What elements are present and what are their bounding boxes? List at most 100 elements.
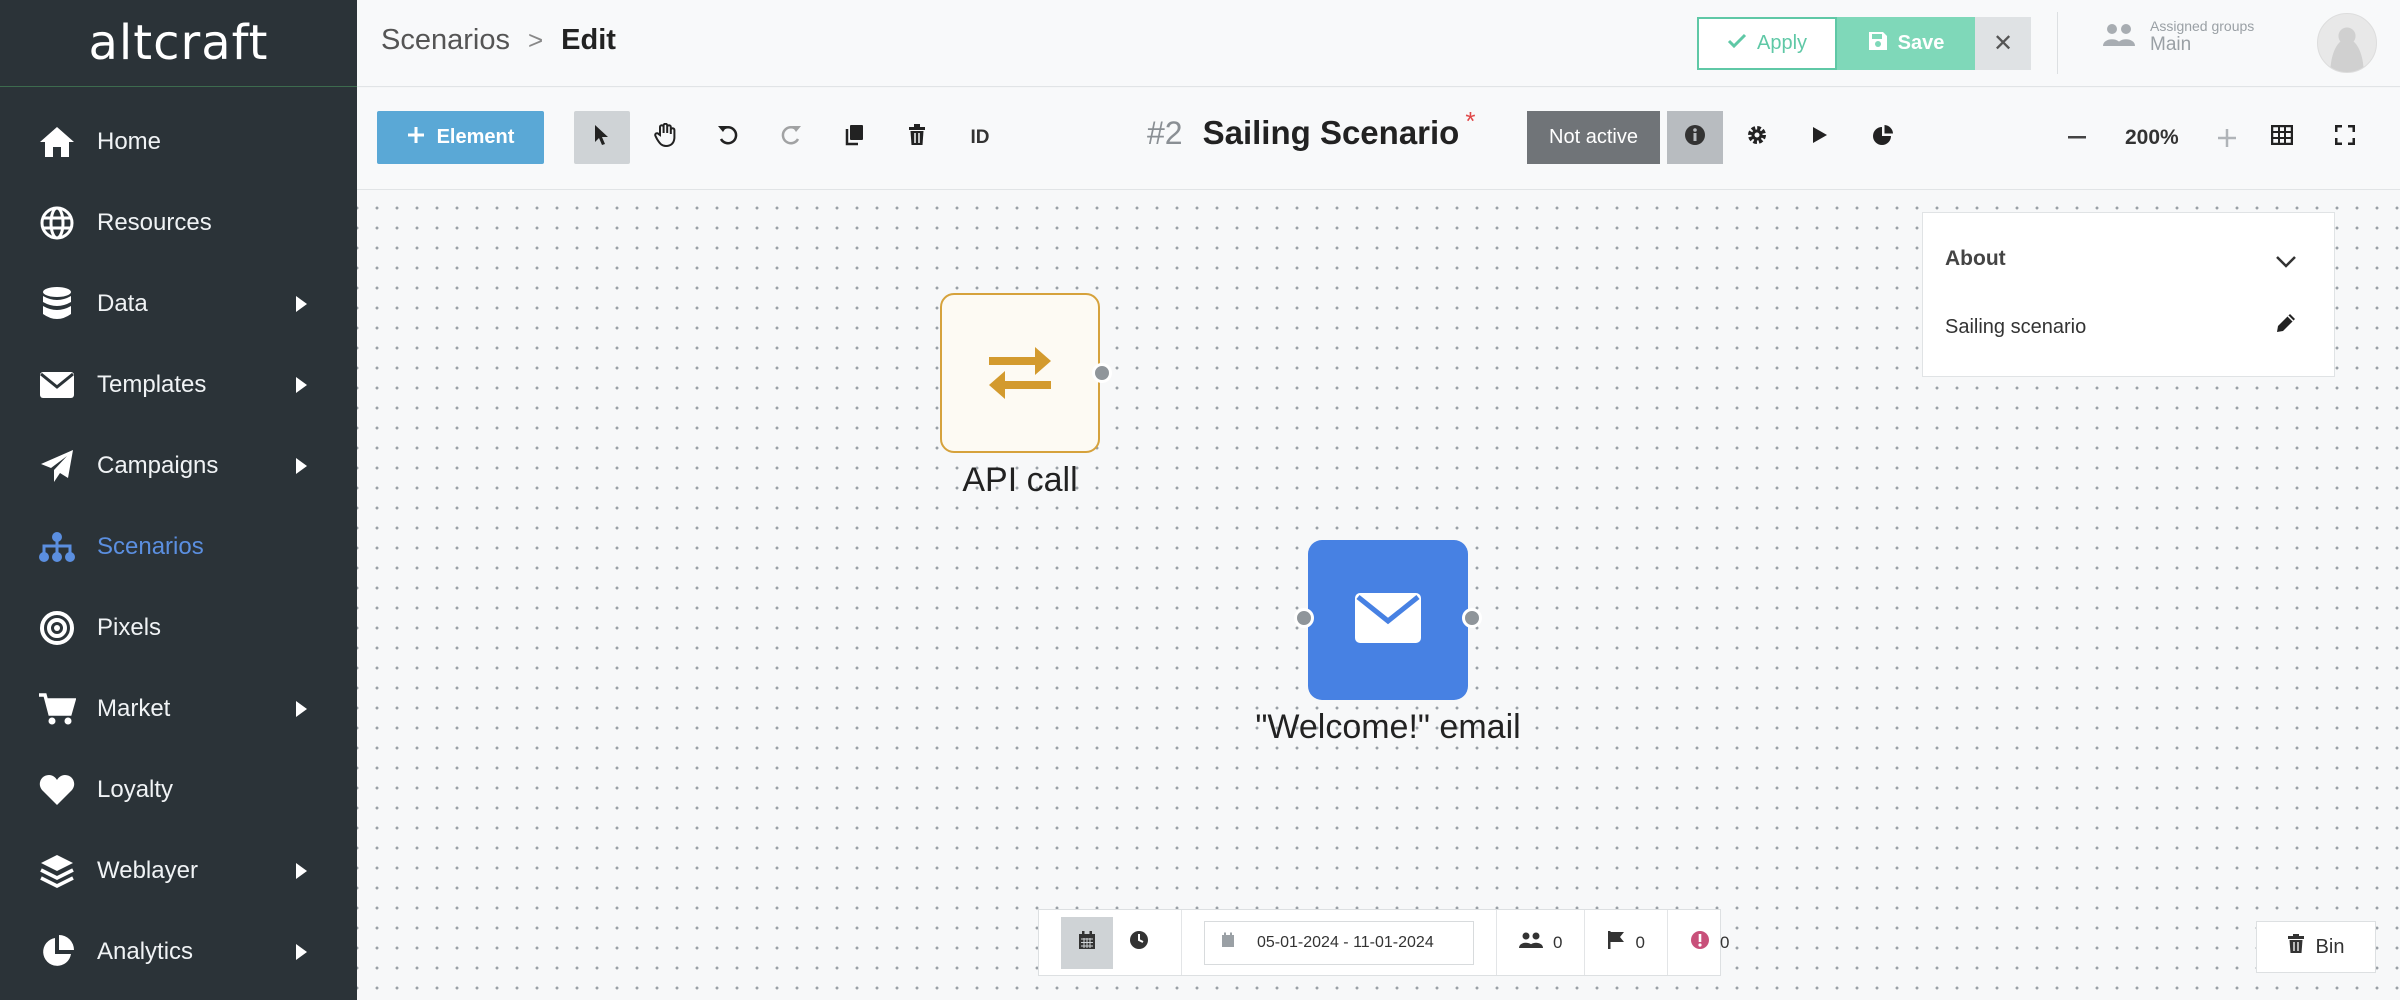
save-button[interactable]: Save <box>1837 17 1975 70</box>
grid-toggle-button[interactable] <box>2254 111 2310 164</box>
sidebar-item-market[interactable]: Market <box>0 674 357 744</box>
date-range-value: 05-01-2024 - 11-01-2024 <box>1257 933 1434 951</box>
breadcrumb: Scenarios > Edit <box>381 24 616 57</box>
add-element-label: Element <box>436 126 515 148</box>
breadcrumb-current: Edit <box>561 24 616 56</box>
settings-button[interactable] <box>1729 111 1785 164</box>
sidebar-item-label: Resources <box>97 209 212 236</box>
apply-button[interactable]: Apply <box>1697 17 1837 70</box>
status-toggle-button[interactable]: Not active <box>1527 111 1660 164</box>
node-input-port[interactable] <box>1294 608 1314 628</box>
zoom-out-button[interactable] <box>2057 111 2097 164</box>
scenario-number: #2 <box>1147 115 1183 151</box>
apply-label: Apply <box>1756 32 1808 54</box>
pie-chart-icon <box>36 931 78 973</box>
divider <box>2057 12 2058 74</box>
chevron-down-icon[interactable] <box>2276 255 2296 273</box>
fullscreen-button[interactable] <box>2317 111 2373 164</box>
time-mode-button[interactable] <box>1113 917 1165 969</box>
breadcrumb-parent[interactable]: Scenarios <box>381 24 510 57</box>
exchange-arrows-icon <box>985 339 1055 408</box>
sidebar-item-label: Analytics <box>97 938 194 965</box>
sidebar-item-resources[interactable]: Resources <box>0 188 357 258</box>
sidebar-item-templates[interactable]: Templates <box>0 350 357 420</box>
close-icon: ✕ <box>1992 30 2014 57</box>
bottom-status-bar: 05-01-2024 - 11-01-2024 0 0 0 <box>1038 909 1729 976</box>
paper-plane-icon <box>36 445 78 487</box>
copy-button[interactable] <box>826 111 882 164</box>
groups-value: Main <box>2150 34 2192 55</box>
sidebar-item-weblayer[interactable]: Weblayer <box>0 836 357 906</box>
layers-icon <box>36 850 78 892</box>
bin-label: Bin <box>2315 935 2345 958</box>
about-title: About <box>1945 247 2006 270</box>
undo-button[interactable] <box>700 111 756 164</box>
node-output-port[interactable] <box>1462 608 1482 628</box>
show-id-button[interactable]: ID <box>952 111 1008 164</box>
add-element-button[interactable]: Element <box>377 111 544 164</box>
table-grid-icon <box>2270 124 2294 151</box>
date-range-segment: 05-01-2024 - 11-01-2024 <box>1182 910 1497 975</box>
sidebar-item-label: Scenarios <box>97 533 204 560</box>
avatar[interactable] <box>2317 13 2377 73</box>
scenario-name[interactable]: Sailing Scenario <box>1203 114 1460 152</box>
sidebar-item-pixels[interactable]: Pixels <box>0 593 357 663</box>
sidebar-item-scenarios[interactable]: Scenarios <box>0 512 357 582</box>
about-description: Sailing scenario <box>1945 316 2087 338</box>
users-icon <box>1519 931 1543 954</box>
errors-count: 0 <box>1719 932 1730 952</box>
expand-arrow-icon <box>296 458 307 474</box>
sidebar-item-data[interactable]: Data <box>0 269 357 339</box>
scenario-title: #2 Sailing Scenario * <box>1147 106 1475 152</box>
sidebar: altcraft Home Resources Data Templates C… <box>0 0 357 1000</box>
sidebar-item-label: Market <box>97 695 171 722</box>
sidebar-item-campaigns[interactable]: Campaigns <box>0 431 357 501</box>
pie-chart-icon <box>1872 124 1894 152</box>
error-circle-icon <box>1690 930 1710 955</box>
info-button[interactable] <box>1667 111 1723 164</box>
run-test-button[interactable] <box>1792 111 1848 164</box>
plus-icon <box>407 126 425 150</box>
envelope-icon <box>36 364 78 406</box>
expand-arrow-icon <box>296 863 307 879</box>
users-counter[interactable]: 0 <box>1497 910 1586 975</box>
users-icon <box>2102 22 2136 53</box>
top-header: Scenarios > Edit Apply Save ✕ Assigned g… <box>357 0 2400 87</box>
date-range-input[interactable]: 05-01-2024 - 11-01-2024 <box>1204 920 1474 965</box>
flags-counter[interactable]: 0 <box>1585 910 1668 975</box>
node-welcome-email[interactable] <box>1294 540 1482 700</box>
close-button[interactable]: ✕ <box>1975 17 2031 70</box>
sidebar-item-loyalty[interactable]: Loyalty <box>0 755 357 825</box>
sidebar-item-home[interactable]: Home <box>0 107 357 177</box>
flags-count: 0 <box>1635 932 1645 952</box>
pencil-icon[interactable] <box>2276 313 2296 338</box>
calendar-mode-button[interactable] <box>1061 916 1113 969</box>
zoom-in-button[interactable] <box>2207 111 2247 164</box>
sidebar-item-analytics[interactable]: Analytics <box>0 917 357 987</box>
select-tool-button[interactable] <box>574 111 630 164</box>
clock-icon <box>1129 930 1149 955</box>
pan-tool-button[interactable] <box>637 111 693 164</box>
trash-icon <box>2287 934 2304 960</box>
editor-toolbar: Element ID #2 Sailing Scenario * Not act… <box>357 88 2400 190</box>
sidebar-item-label: Home <box>97 128 162 155</box>
sidebar-item-label: Pixels <box>97 614 162 641</box>
undo-icon <box>717 124 739 152</box>
redo-button[interactable] <box>763 111 819 164</box>
logo[interactable]: altcraft <box>0 0 357 87</box>
flag-icon <box>1607 930 1625 955</box>
node-output-port[interactable] <box>1092 363 1112 383</box>
errors-counter[interactable]: 0 <box>1668 910 1751 975</box>
analytics-button[interactable] <box>1855 111 1911 164</box>
groups-caption: Assigned groups <box>2150 18 2255 34</box>
assigned-groups-select[interactable]: Assigned groups Main <box>2102 18 2339 56</box>
view-mode-toggle <box>1039 910 1182 975</box>
expand-arrow-icon <box>296 377 307 393</box>
envelope-icon <box>1355 592 1421 648</box>
bin-button[interactable]: Bin <box>2256 921 2376 973</box>
delete-button[interactable] <box>889 111 945 164</box>
node-label: API call <box>962 461 1078 499</box>
node-api-call[interactable] <box>940 293 1112 453</box>
node-label: "Welcome!" email <box>1255 708 1521 746</box>
scenario-canvas[interactable]: API call "Welcome!" email About Sailing … <box>357 190 2400 1000</box>
